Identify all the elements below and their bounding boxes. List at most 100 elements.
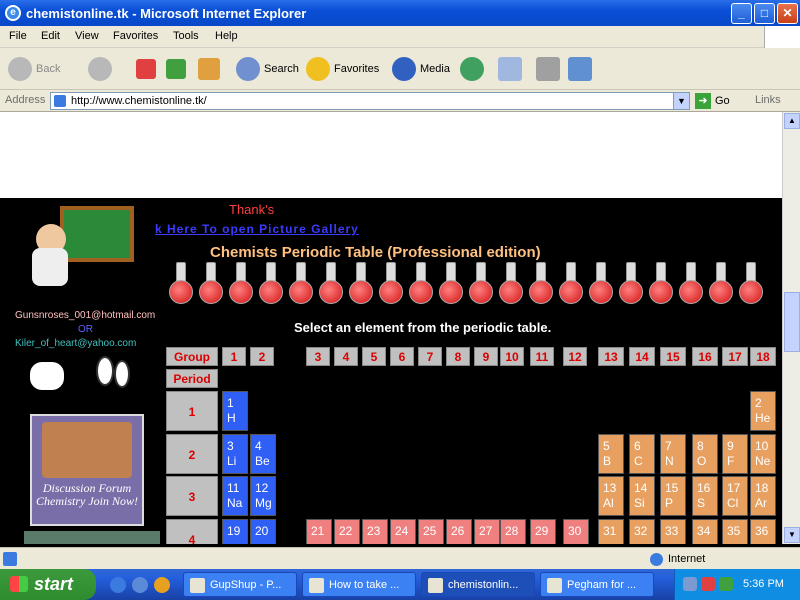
taskbar-item-gupshup[interactable]: GupShup - P... bbox=[183, 572, 297, 597]
element-c[interactable]: 6C bbox=[629, 434, 655, 474]
taskbar-item-chemistonline[interactable]: chemistonlin... bbox=[421, 572, 535, 597]
element-ge[interactable]: 32 bbox=[629, 519, 655, 544]
flask-icon bbox=[259, 262, 283, 314]
vertical-scrollbar[interactable]: ▲ ▼ bbox=[782, 112, 800, 544]
element-s[interactable]: 16 S bbox=[692, 476, 718, 516]
menu-tools[interactable]: Tools bbox=[173, 30, 199, 42]
element-h[interactable]: 1H bbox=[222, 391, 248, 431]
back-button[interactable]: Back bbox=[8, 55, 60, 83]
links-button[interactable]: Links bbox=[755, 94, 781, 106]
maximize-button[interactable]: □ bbox=[754, 3, 775, 24]
history-button[interactable] bbox=[460, 55, 488, 83]
element-k[interactable]: 19 bbox=[222, 519, 248, 544]
stop-icon bbox=[136, 59, 156, 79]
element-f[interactable]: 9F bbox=[722, 434, 748, 474]
element-n[interactable]: 7N bbox=[660, 434, 686, 474]
start-button[interactable]: start bbox=[0, 569, 96, 600]
element-si[interactable]: 14 Si bbox=[629, 476, 655, 516]
menu-view[interactable]: View bbox=[75, 30, 99, 42]
antivirus-icon[interactable] bbox=[701, 577, 715, 591]
flask-icon bbox=[379, 262, 403, 314]
status-page-icon bbox=[3, 552, 17, 566]
forward-button[interactable] bbox=[88, 55, 116, 83]
menu-file[interactable]: File bbox=[9, 30, 27, 42]
refresh-icon bbox=[166, 59, 186, 79]
element-ne[interactable]: 10 Ne bbox=[750, 434, 776, 474]
quicklaunch-desktop-icon[interactable] bbox=[132, 577, 148, 593]
element-cr[interactable]: 24 bbox=[390, 519, 416, 544]
element-mn[interactable]: 25 bbox=[418, 519, 444, 544]
element-sc[interactable]: 21 bbox=[306, 519, 332, 544]
element-v[interactable]: 23 bbox=[362, 519, 388, 544]
element-number: 7 bbox=[665, 439, 672, 453]
minimize-button[interactable]: _ bbox=[731, 3, 752, 24]
element-p[interactable]: 15 P bbox=[660, 476, 686, 516]
period-header: 1 bbox=[166, 391, 218, 431]
group-header: 5 bbox=[362, 347, 386, 366]
print-button[interactable] bbox=[536, 55, 564, 83]
refresh-button[interactable] bbox=[166, 55, 190, 83]
network-icon[interactable] bbox=[683, 577, 697, 591]
quicklaunch-media-icon[interactable] bbox=[154, 577, 170, 593]
messenger-icon[interactable] bbox=[719, 577, 733, 591]
group-header: 3 bbox=[306, 347, 330, 366]
picture-gallery-link[interactable]: k Here To open Picture Gallery bbox=[155, 222, 359, 236]
mail-button[interactable] bbox=[498, 55, 526, 83]
scroll-up-icon[interactable]: ▲ bbox=[784, 113, 800, 129]
element-al[interactable]: 13 Al bbox=[598, 476, 624, 516]
element-he[interactable]: 2 He bbox=[750, 391, 776, 431]
edit-icon bbox=[568, 57, 592, 81]
element-fe[interactable]: 26 bbox=[446, 519, 472, 544]
scroll-down-icon[interactable]: ▼ bbox=[784, 527, 800, 543]
element-se[interactable]: 34 bbox=[692, 519, 718, 544]
group-header: 14 bbox=[629, 347, 655, 366]
menu-edit[interactable]: Edit bbox=[41, 30, 60, 42]
element-br[interactable]: 35 bbox=[722, 519, 748, 544]
element-cu[interactable]: 29 bbox=[530, 519, 556, 544]
flask-icon bbox=[529, 262, 553, 314]
discussion-forum-banner[interactable]: Discussion Forum Chemistry Join Now! bbox=[30, 414, 144, 526]
stop-button[interactable] bbox=[136, 55, 160, 83]
element-number: 34 bbox=[697, 524, 711, 538]
group-header: 9 bbox=[474, 347, 498, 366]
element-kr[interactable]: 36 bbox=[750, 519, 776, 544]
element-ga[interactable]: 31 bbox=[598, 519, 624, 544]
element-li[interactable]: 3 Li bbox=[222, 434, 248, 474]
history-icon bbox=[460, 57, 484, 81]
element-zn[interactable]: 30 bbox=[563, 519, 589, 544]
address-dropdown-icon[interactable]: ▼ bbox=[673, 93, 689, 109]
favorites-button[interactable]: Favorites bbox=[306, 55, 379, 83]
element-ca[interactable]: 20 bbox=[250, 519, 276, 544]
group-label: Group bbox=[166, 347, 218, 366]
flask-icon bbox=[619, 262, 643, 314]
element-number: 6 bbox=[634, 439, 641, 453]
element-ni[interactable]: 28 bbox=[500, 519, 526, 544]
element-b[interactable]: 5B bbox=[598, 434, 624, 474]
address-input[interactable]: http://www.chemistonline.tk/ ▼ bbox=[50, 92, 690, 110]
element-ti[interactable]: 22 bbox=[334, 519, 360, 544]
email-yahoo[interactable]: Kiler_of_heart@yahoo.com bbox=[15, 338, 136, 349]
menu-favorites[interactable]: Favorites bbox=[113, 30, 158, 42]
element-symbol: O bbox=[697, 454, 707, 468]
element-mg[interactable]: 12 Mg bbox=[250, 476, 276, 516]
quicklaunch-ie-icon[interactable] bbox=[110, 577, 126, 593]
media-button[interactable]: Media bbox=[392, 55, 450, 83]
element-na[interactable]: 11 Na bbox=[222, 476, 248, 516]
taskbar-item-howto[interactable]: How to take ... bbox=[302, 572, 416, 597]
element-cl[interactable]: 17 Cl bbox=[722, 476, 748, 516]
element-as[interactable]: 33 bbox=[660, 519, 686, 544]
flask-icon bbox=[679, 262, 703, 314]
taskbar-item-pegham[interactable]: Pegham for ... bbox=[540, 572, 654, 597]
email-hotmail[interactable]: Gunsnroses_001@hotmail.com bbox=[15, 310, 155, 321]
element-be[interactable]: 4 Be bbox=[250, 434, 276, 474]
menu-help[interactable]: Help bbox=[215, 30, 238, 42]
element-ar[interactable]: 18 Ar bbox=[750, 476, 776, 516]
close-button[interactable]: ✕ bbox=[777, 3, 798, 24]
go-button[interactable]: ➜ Go bbox=[695, 93, 730, 109]
home-button[interactable] bbox=[198, 55, 224, 83]
element-o[interactable]: 8O bbox=[692, 434, 718, 474]
search-button[interactable]: Search bbox=[236, 55, 299, 83]
edit-button[interactable] bbox=[568, 55, 596, 83]
scroll-thumb[interactable] bbox=[784, 292, 800, 352]
element-co[interactable]: 27 bbox=[474, 519, 500, 544]
